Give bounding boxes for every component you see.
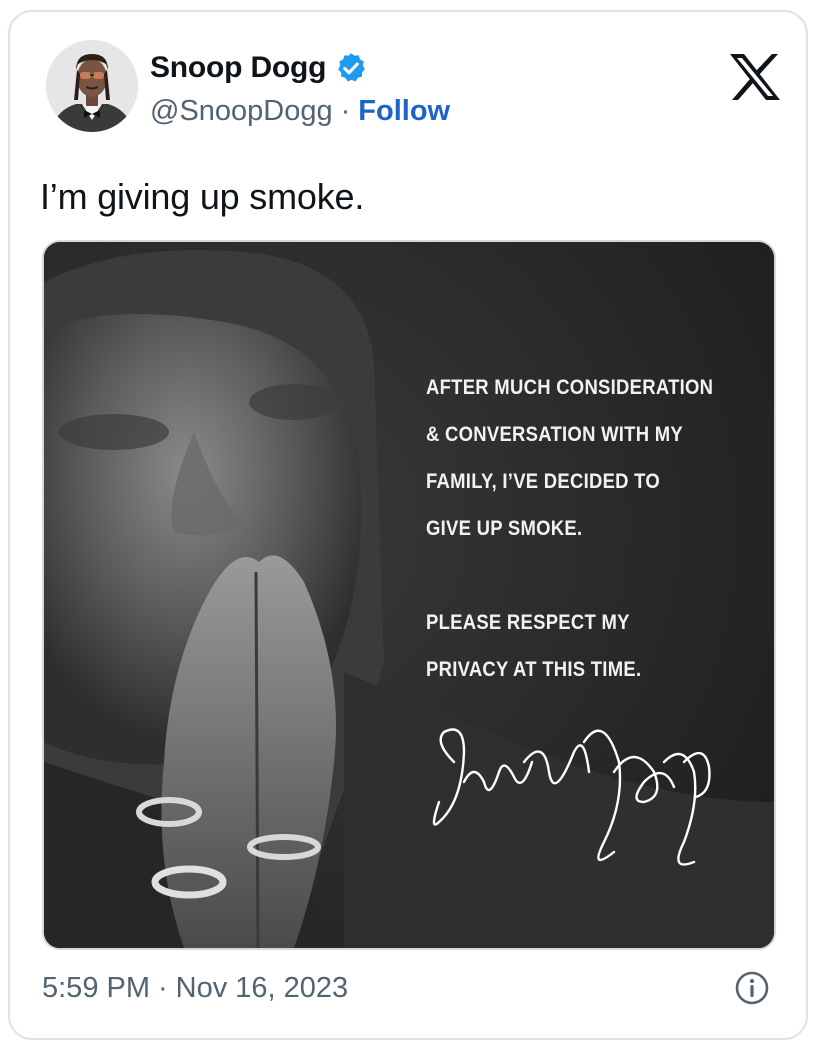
author-name-row: Snoop Dogg	[150, 48, 368, 88]
tweet-media[interactable]: AFTER MUCH CONSIDERATION & CONVERSATION …	[42, 240, 776, 950]
media-photo	[44, 242, 774, 948]
follow-button[interactable]: Follow	[358, 95, 450, 128]
statement-line-6: PRIVACY AT THIS TIME.	[426, 658, 642, 681]
separator: ·	[158, 972, 168, 1004]
x-logo-icon[interactable]	[728, 52, 782, 102]
statement-line-4: GIVE UP SMOKE.	[426, 517, 583, 540]
display-name[interactable]: Snoop Dogg	[150, 51, 326, 85]
separator: ·	[340, 95, 351, 127]
statement-line-1: AFTER MUCH CONSIDERATION	[426, 376, 714, 399]
avatar[interactable]	[46, 40, 138, 132]
tweet-time: 5:59 PM	[42, 972, 150, 1004]
tweet-text: I’m giving up smoke.	[40, 176, 365, 217]
info-icon[interactable]	[734, 970, 770, 1006]
avatar-image	[46, 40, 138, 132]
statement-line-3: FAMILY, I’VE DECIDED TO	[426, 470, 661, 493]
statement-line-2: & CONVERSATION WITH MY	[426, 423, 684, 446]
timestamp[interactable]: 5:59 PM · Nov 16, 2023	[42, 972, 348, 1005]
tweet-date: Nov 16, 2023	[175, 972, 349, 1004]
handle-row: @SnoopDogg · Follow	[150, 95, 450, 128]
verified-badge-icon	[338, 53, 366, 82]
statement-line-5: PLEASE RESPECT MY	[426, 611, 630, 634]
tweet-card[interactable]: Snoop Dogg @SnoopDogg · Follow I’m givin…	[8, 10, 808, 1040]
handle[interactable]: @SnoopDogg	[150, 95, 333, 128]
